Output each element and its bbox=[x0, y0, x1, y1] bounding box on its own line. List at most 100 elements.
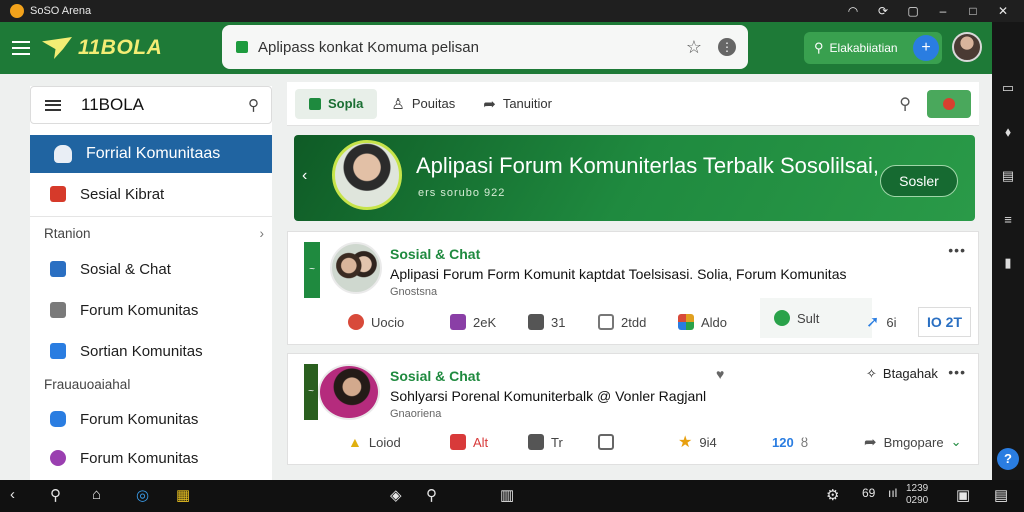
app-header: 11BOLA Aplipass konkat Komuma pelisan ☆ … bbox=[0, 22, 992, 74]
search-icon[interactable]: ⚲ bbox=[426, 486, 437, 504]
bookmark-star-icon[interactable]: ☆ bbox=[686, 37, 702, 58]
post-tag: ~ bbox=[304, 242, 320, 298]
action-thumb[interactable]: Tr bbox=[528, 434, 563, 450]
post-avatar[interactable] bbox=[318, 364, 380, 420]
action-bookmark[interactable]: 2tdd bbox=[598, 314, 646, 330]
action-like[interactable]: Uocio bbox=[348, 314, 404, 330]
action-chat[interactable]: Sult bbox=[760, 298, 872, 338]
action-chat[interactable] bbox=[598, 434, 621, 450]
chat-icon bbox=[50, 450, 66, 466]
post-card[interactable]: ~ Sosial & Chat Aplipasi Forum Form Komu… bbox=[287, 231, 979, 345]
info-icon[interactable]: ⋮ bbox=[718, 38, 736, 56]
notification-icon[interactable]: ⚙ bbox=[826, 486, 839, 504]
sidebar-item-forum-komunitas[interactable]: Forum Komunitas bbox=[30, 293, 272, 327]
section-label: Frauauoaiahal bbox=[44, 377, 131, 392]
logo-mark-icon bbox=[42, 37, 72, 59]
post-title[interactable]: Sohlyarsi Porenal Komuniterbalk @ Vonler… bbox=[390, 388, 706, 404]
menu-icon[interactable] bbox=[12, 41, 30, 55]
search-icon[interactable]: ⚲ bbox=[899, 94, 911, 114]
action-count[interactable]: 120 ȣ bbox=[772, 435, 808, 450]
chevron-left-icon[interactable]: ‹ bbox=[302, 167, 307, 185]
sidebar-item-sortian[interactable]: Sortian Komunitas bbox=[30, 334, 272, 368]
home-icon[interactable]: ⌂ bbox=[92, 486, 101, 503]
sidebar-section-header[interactable]: Rtanion › bbox=[44, 226, 264, 241]
rail-panel-icon[interactable]: ▮ bbox=[1004, 255, 1011, 271]
sidebar-item-sosial-chat[interactable]: Sosial & Chat bbox=[30, 252, 272, 286]
help-icon[interactable]: ? bbox=[997, 448, 1019, 470]
action-share[interactable]: ➦ Bmgopare ⌄ bbox=[864, 433, 961, 451]
action-comment[interactable]: 2eK bbox=[450, 314, 496, 330]
tab-bar: Sopla ♙ Pouitas ➦ Tanuitior ⚲ bbox=[287, 82, 979, 126]
minimize-icon[interactable]: – bbox=[936, 4, 950, 18]
address-text[interactable]: Aplipass konkat Komuma pelisan bbox=[258, 39, 479, 56]
post-card[interactable]: ~ Sosial & Chat Sohlyarsi Porenal Komuni… bbox=[287, 353, 979, 465]
mail-icon bbox=[450, 434, 466, 450]
restore-icon[interactable]: ▢ bbox=[906, 4, 920, 18]
system-side-rail: ▭ ⬧ ▤ ≡ ▮ ? bbox=[988, 22, 1024, 480]
action-mail[interactable]: Alt bbox=[450, 434, 488, 450]
post-category[interactable]: Sosial & Chat bbox=[390, 368, 480, 384]
sidebar-item-active[interactable]: Forrial Komunitaas bbox=[30, 135, 272, 173]
user-avatar[interactable] bbox=[952, 32, 982, 62]
action-label: Alt bbox=[473, 434, 489, 450]
sidebar-menu-icon[interactable] bbox=[45, 99, 61, 111]
toggle-button[interactable] bbox=[927, 89, 971, 118]
close-icon[interactable]: ✕ bbox=[996, 4, 1010, 18]
sidebar-item-forum-2[interactable]: Forum Komunitas bbox=[30, 441, 272, 475]
spark-icon: ✧ bbox=[866, 366, 877, 381]
logo[interactable]: 11BOLA bbox=[42, 36, 162, 60]
address-bar[interactable]: Aplipass konkat Komuma pelisan ☆ ⋮ bbox=[222, 25, 748, 69]
post-meta: Gnostsna bbox=[390, 286, 438, 298]
shield-icon[interactable]: ◈ bbox=[390, 486, 402, 504]
action-count[interactable]: IO 2T bbox=[918, 307, 972, 337]
action-label: Loiod bbox=[368, 434, 401, 450]
chevron-down-icon[interactable]: ⌄ bbox=[951, 434, 962, 450]
more-options-icon[interactable]: ••• bbox=[948, 364, 966, 380]
sidebar-item-forum-1[interactable]: Forum Komunitas bbox=[30, 402, 272, 436]
post-actions: ▲ Loiod Alt Tr ★ 9i4 120 ȣ ➦ Bmgopare ⌄ bbox=[288, 420, 978, 464]
rail-window-icon[interactable]: ▭ bbox=[1002, 80, 1014, 96]
browser-icon[interactable]: ◎ bbox=[136, 486, 149, 504]
update-icon[interactable]: ⟳ bbox=[876, 4, 890, 18]
recent-apps-icon[interactable]: ▥ bbox=[500, 486, 514, 504]
heart-icon[interactable]: ♥ bbox=[716, 366, 724, 382]
post-title[interactable]: Aplipasi Forum Form Komunit kaptdat Toel… bbox=[390, 266, 846, 282]
rail-pin-icon[interactable]: ⬧ bbox=[1005, 124, 1011, 140]
maximize-icon[interactable]: □ bbox=[966, 4, 980, 18]
action-label: Tr bbox=[551, 434, 563, 450]
sidebar-search-bar[interactable]: 11BOLA ⚲ bbox=[30, 86, 272, 124]
bookmark-icon bbox=[598, 314, 614, 330]
comment-icon bbox=[450, 314, 466, 330]
window-icon[interactable]: ▣ bbox=[956, 486, 970, 504]
apps-icon[interactable]: ▦ bbox=[176, 486, 190, 504]
main-content: 11BOLA ⚲ Forrial Komunitaas Sesial Kibra… bbox=[0, 74, 992, 486]
action-thumb[interactable]: 31 bbox=[528, 314, 565, 330]
rail-book-icon[interactable]: ▤ bbox=[1002, 168, 1014, 184]
tab-sopla[interactable]: Sopla bbox=[295, 88, 378, 119]
action-warning[interactable]: ▲ Loiod bbox=[348, 434, 401, 450]
banner-button[interactable]: Sosler bbox=[880, 165, 958, 197]
count-icon: ȣ bbox=[800, 434, 809, 450]
action-star[interactable]: ★ 9i4 bbox=[678, 432, 717, 452]
post-avatar[interactable] bbox=[330, 242, 382, 294]
clock-time: 1239 bbox=[906, 483, 929, 494]
sidebar-item-label: Sesial Kibrat bbox=[80, 185, 165, 203]
search-icon[interactable]: ⚲ bbox=[50, 486, 61, 504]
tab-pouitas[interactable]: ♙ Pouitas bbox=[377, 89, 469, 119]
rail-list-icon[interactable]: ≡ bbox=[1004, 212, 1012, 227]
post-extra[interactable]: ✧ Btagahak bbox=[866, 366, 938, 382]
back-icon[interactable]: ‹ bbox=[10, 486, 15, 503]
action-share[interactable]: ➚ 6i bbox=[866, 312, 897, 332]
sidebar-item-sesial[interactable]: Sesial Kibrat bbox=[30, 177, 272, 211]
clock[interactable]: 1239 0290 bbox=[906, 483, 928, 507]
tab-tanuitior[interactable]: ➦ Tanuitior bbox=[469, 89, 566, 119]
sidebar-search-icon[interactable]: ⚲ bbox=[248, 96, 259, 114]
sidebar-item-label: Sortian Komunitas bbox=[80, 342, 203, 360]
more-options-icon[interactable]: ••• bbox=[948, 242, 966, 258]
action-apps[interactable]: Aldo bbox=[678, 314, 727, 330]
desktop-icon[interactable]: ▤ bbox=[994, 486, 1008, 504]
add-button[interactable]: + bbox=[913, 35, 939, 61]
chevron-right-icon[interactable]: › bbox=[260, 226, 265, 241]
post-category[interactable]: Sosial & Chat bbox=[390, 246, 480, 262]
header-search-button[interactable]: ⚲ Elakabiiatian + bbox=[804, 32, 942, 64]
